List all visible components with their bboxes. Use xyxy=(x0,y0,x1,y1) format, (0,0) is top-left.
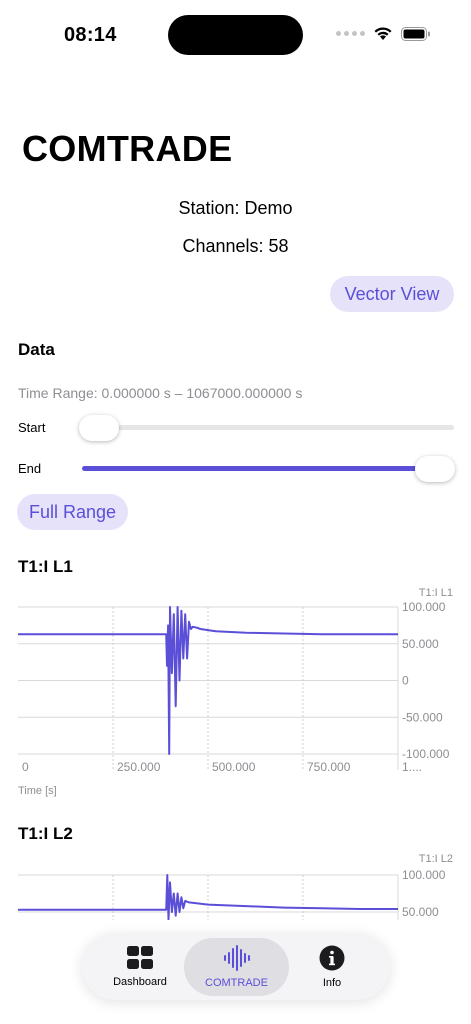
chart1-x-tick-label: 1.... xyxy=(402,760,422,774)
time-range-label: Time Range: 0.000000 s – 1067000.000000 … xyxy=(18,385,303,401)
chart2-y-tick-label: 100.000 xyxy=(402,868,446,882)
waveform-icon xyxy=(223,945,250,971)
info-icon xyxy=(319,945,345,971)
chart1-x-axis-label: Time [s] xyxy=(18,785,57,797)
chart1-plot: T1:I L1 Time [s] 100.000 50.000 0 -50.000 -1… xyxy=(18,587,453,797)
chart1-y-tick-label: -50.000 xyxy=(402,710,443,724)
chart1-x-tick-label: 0 xyxy=(22,760,29,774)
wifi-icon xyxy=(374,27,392,40)
end-slider-label: End xyxy=(18,461,42,476)
full-range-button[interactable]: Full Range xyxy=(17,494,128,530)
tab-dashboard-label: Dashboard xyxy=(113,976,167,988)
chart1-y-tick-label: 0 xyxy=(402,674,409,688)
tab-comtrade-label: COMTRADE xyxy=(205,977,268,989)
cellular-signal-icon xyxy=(336,31,365,36)
chart2-series-label: T1:I L2 xyxy=(419,853,453,865)
status-icons xyxy=(336,26,431,41)
vector-view-button[interactable]: Vector View xyxy=(330,276,454,312)
battery-icon xyxy=(401,26,430,41)
chart1-series-label: T1:I L1 xyxy=(419,587,453,599)
end-slider-track[interactable] xyxy=(82,466,454,471)
chart2-plot: T1:I L2 100.000 50.000 xyxy=(18,853,453,920)
chart1-title: T1:I L1 xyxy=(18,557,73,576)
dynamic-island xyxy=(168,15,303,55)
end-slider-thumb[interactable] xyxy=(415,456,455,482)
chart1-x-tick-label: 250.000 xyxy=(117,760,161,774)
status-bar: 08:14 xyxy=(0,0,471,60)
page-title: COMTRADE xyxy=(22,128,233,169)
channels-label: Channels: 58 xyxy=(182,236,289,256)
chart2-y-tick-label: 50.000 xyxy=(402,905,439,919)
tab-dashboard[interactable]: Dashboard xyxy=(88,934,192,1000)
chart1-x-tick-label: 500.000 xyxy=(212,760,256,774)
chart1-y-tick-label: 50.000 xyxy=(402,637,439,651)
start-slider-track[interactable] xyxy=(82,425,454,430)
tab-info-label: Info xyxy=(322,977,342,989)
start-slider-thumb[interactable] xyxy=(79,415,119,441)
grid-icon xyxy=(127,946,153,969)
tab-bar: Dashboard COMTRADE Info xyxy=(82,934,390,1000)
chart2-title: T1:I L2 xyxy=(18,824,73,843)
chart1-y-tick-label: 100.000 xyxy=(402,600,446,614)
tab-info[interactable]: Info xyxy=(280,934,384,1000)
station-label: Station: Demo xyxy=(178,198,293,218)
status-time: 08:14 xyxy=(64,24,117,46)
data-section-title: Data xyxy=(18,340,55,359)
tab-comtrade[interactable]: COMTRADE xyxy=(184,938,289,996)
chart1-y-tick-label: -100.000 xyxy=(402,747,450,761)
chart1-x-tick-label: 750.000 xyxy=(307,760,351,774)
start-slider-label: Start xyxy=(18,420,46,435)
